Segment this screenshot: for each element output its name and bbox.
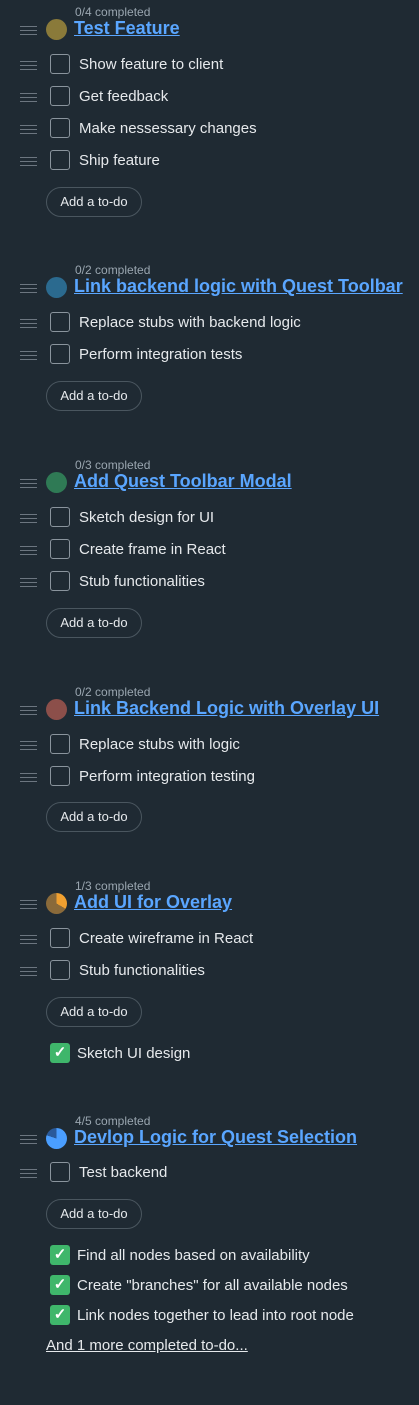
checkmark-icon[interactable]: ✓ [50,1245,70,1265]
drag-handle-icon[interactable] [20,900,37,910]
todo-checkbox[interactable] [50,54,70,74]
checkmark-icon[interactable]: ✓ [50,1275,70,1295]
todo-item: Stub functionalities [0,959,419,985]
todo-checkbox[interactable] [50,150,70,170]
completed-todo-item: ✓ Create "branches" for all available no… [0,1275,419,1297]
todo-label: Perform integration tests [79,346,243,363]
todo-item: Make nessessary changes [0,117,419,143]
completed-todo-label: Find all nodes based on availability [77,1247,310,1264]
completed-todo-label: Create "branches" for all available node… [77,1277,348,1294]
todo-checkbox[interactable] [50,312,70,332]
add-todo-button[interactable]: Add a to-do [46,187,142,217]
todo-item: Replace stubs with backend logic [0,311,419,337]
group-header: Add Quest Toolbar Modal [0,470,419,496]
drag-handle-icon[interactable] [20,26,37,36]
progress-pie-icon [46,1128,67,1149]
drag-handle-icon[interactable] [20,706,37,716]
more-completed-link[interactable]: And 1 more completed to-do... [46,1337,248,1354]
progress-pie-icon [46,19,67,40]
drag-handle-icon[interactable] [20,514,37,524]
add-todo-button[interactable]: Add a to-do [46,802,142,832]
todo-item: Sketch design for UI [0,506,419,532]
checkmark-icon[interactable]: ✓ [50,1305,70,1325]
progress-pie-icon [46,699,67,720]
drag-handle-icon[interactable] [20,61,37,71]
add-todo-button[interactable]: Add a to-do [46,997,142,1027]
todo-label: Create wireframe in React [79,930,254,947]
drag-handle-icon[interactable] [20,1169,37,1179]
todo-checkbox[interactable] [50,734,70,754]
group-title[interactable]: Link backend logic with Quest Toolbar [74,276,403,297]
todo-checkbox[interactable] [50,539,70,559]
todo-item: Test backend [0,1161,419,1187]
drag-handle-icon[interactable] [20,93,37,103]
drag-handle-icon[interactable] [20,284,37,294]
drag-handle-icon[interactable] [20,319,37,329]
todo-item: Replace stubs with logic [0,733,419,759]
todo-item: Ship feature [0,149,419,175]
completed-todo-item: ✓ Link nodes together to lead into root … [0,1305,419,1327]
todo-item: Create frame in React [0,538,419,564]
todo-label: Test backend [79,1164,168,1181]
completed-todo-item: ✓ Find all nodes based on availability [0,1245,419,1267]
todo-label: Replace stubs with logic [79,736,240,753]
checkmark-icon[interactable]: ✓ [50,1043,70,1063]
drag-handle-icon[interactable] [20,479,37,489]
todo-label: Replace stubs with backend logic [79,314,301,331]
completed-todo-item: ✓ Sketch UI design [0,1043,419,1065]
drag-handle-icon[interactable] [20,741,37,751]
todo-item: Create wireframe in React [0,927,419,953]
drag-handle-icon[interactable] [20,157,37,167]
todo-label: Sketch design for UI [79,509,215,526]
todo-checkbox[interactable] [50,507,70,527]
group-header: Add UI for Overlay [0,891,419,917]
group-title[interactable]: Devlop Logic for Quest Selection [74,1127,357,1148]
todo-label: Perform integration testing [79,768,255,785]
group-title[interactable]: Link Backend Logic with Overlay UI [74,698,379,719]
todo-checkbox[interactable] [50,344,70,364]
add-todo-button[interactable]: Add a to-do [46,1199,142,1229]
todo-item: Perform integration tests [0,343,419,369]
drag-handle-icon[interactable] [20,125,37,135]
todo-label: Stub functionalities [79,962,205,979]
todo-item: Perform integration testing [0,765,419,791]
todo-checkbox[interactable] [50,1162,70,1182]
todo-checkbox[interactable] [50,960,70,980]
todo-label: Stub functionalities [79,573,205,590]
todo-item: Get feedback [0,85,419,111]
drag-handle-icon[interactable] [20,967,37,977]
add-todo-button[interactable]: Add a to-do [46,608,142,638]
completed-todo-label: Link nodes together to lead into root no… [77,1307,354,1324]
progress-pie-icon [46,277,67,298]
group-header: Devlop Logic for Quest Selection [0,1126,419,1152]
drag-handle-icon[interactable] [20,546,37,556]
todo-checkbox[interactable] [50,118,70,138]
group-header: Link backend logic with Quest Toolbar [0,275,419,301]
drag-handle-icon[interactable] [20,773,37,783]
group-title[interactable]: Test Feature [74,18,180,39]
drag-handle-icon[interactable] [20,935,37,945]
group-header: Link Backend Logic with Overlay UI [0,697,419,723]
drag-handle-icon[interactable] [20,351,37,361]
drag-handle-icon[interactable] [20,1135,37,1145]
todo-item: Stub functionalities [0,570,419,596]
todo-item: Show feature to client [0,53,419,79]
todo-checkbox[interactable] [50,928,70,948]
group-title[interactable]: Add UI for Overlay [74,892,232,913]
todo-checkbox[interactable] [50,571,70,591]
todo-label: Create frame in React [79,541,226,558]
todo-checkbox[interactable] [50,766,70,786]
todo-label: Show feature to client [79,56,224,73]
todo-checkbox[interactable] [50,86,70,106]
add-todo-button[interactable]: Add a to-do [46,381,142,411]
progress-pie-icon [46,472,67,493]
group-header: Test Feature [0,17,419,43]
group-title[interactable]: Add Quest Toolbar Modal [74,471,292,492]
todo-label: Get feedback [79,88,169,105]
drag-handle-icon[interactable] [20,578,37,588]
progress-pie-icon [46,893,67,914]
todo-label: Make nessessary changes [79,120,257,137]
todo-label: Ship feature [79,152,160,169]
completed-todo-label: Sketch UI design [77,1045,191,1062]
